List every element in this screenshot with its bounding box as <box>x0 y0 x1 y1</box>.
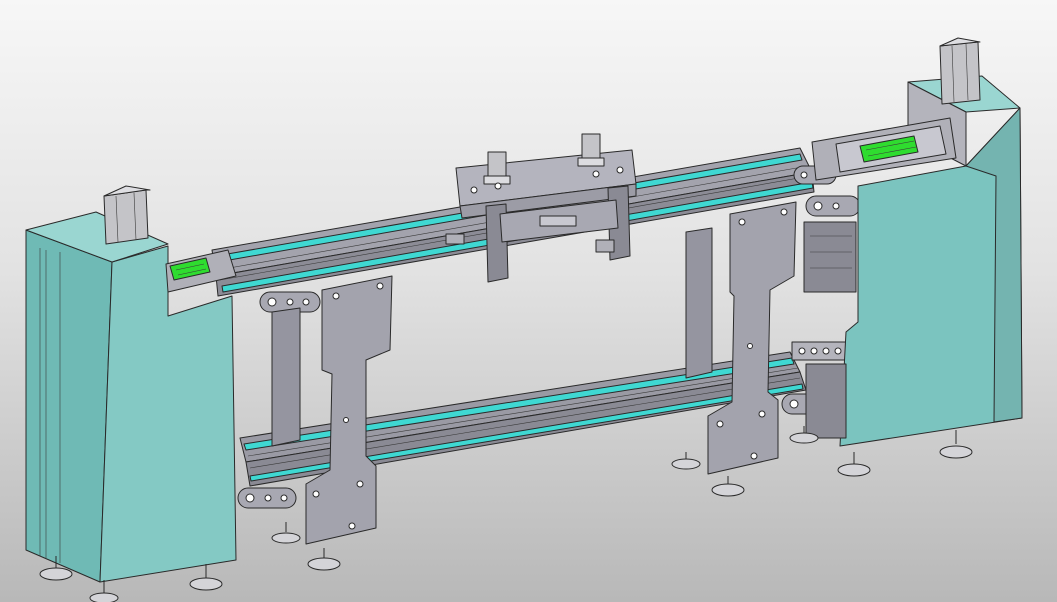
lower-right-clamps <box>791 341 849 361</box>
foot-7 <box>711 476 745 497</box>
foot-4 <box>271 522 301 544</box>
right-motor <box>939 37 981 105</box>
foot-3 <box>189 564 223 591</box>
foot-9 <box>837 452 871 477</box>
lower-left-pulley <box>237 487 297 509</box>
top-gantry <box>445 133 637 283</box>
upper-right-pulley <box>805 195 861 217</box>
left-motor <box>103 185 151 245</box>
right-support-plate <box>707 201 797 475</box>
foot-6 <box>671 452 701 470</box>
left-support-plate <box>305 275 393 545</box>
foot-2 <box>89 580 119 602</box>
gantry-cylinder-left <box>483 151 511 185</box>
left-housing <box>25 185 237 583</box>
right-housing <box>803 37 1023 447</box>
conveyor-assembly-drawing <box>25 37 1023 602</box>
cad-viewport[interactable] <box>0 0 1057 602</box>
gantry-cylinder-right <box>577 133 605 167</box>
foot-10 <box>939 430 973 459</box>
foot-5 <box>307 548 341 571</box>
